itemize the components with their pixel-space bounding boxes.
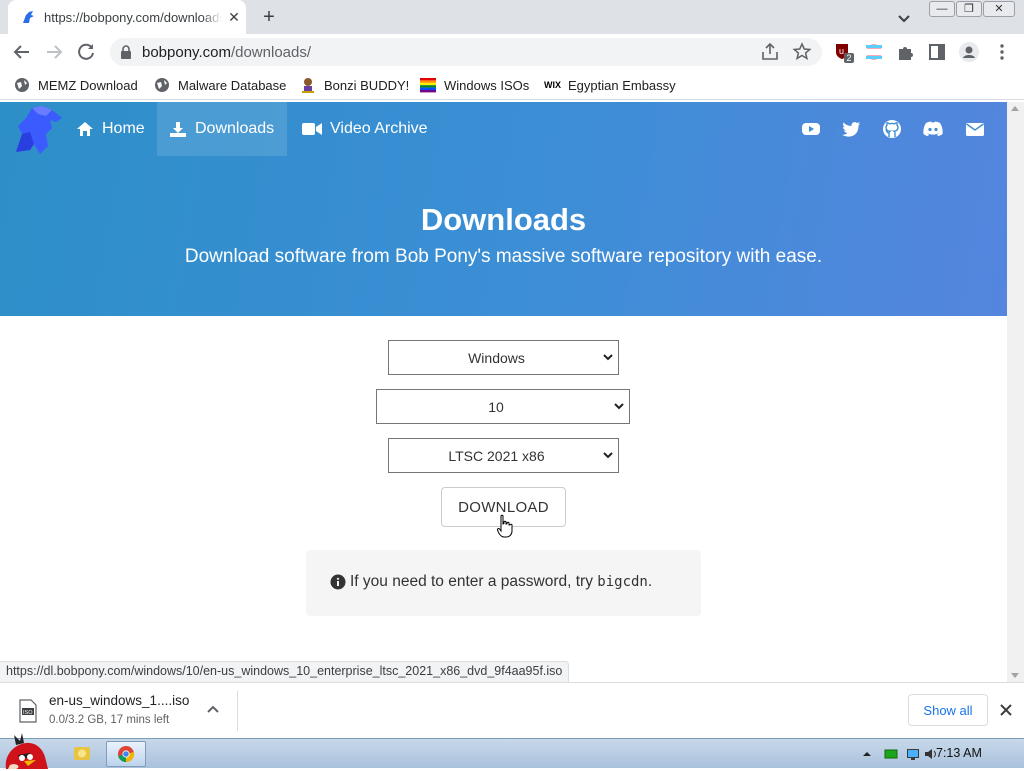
site-navbar: Home Downloads Video Archive xyxy=(0,102,1007,156)
password-notice: If you need to enter a password, try big… xyxy=(306,550,701,616)
version-select-wrapper: 10 xyxy=(376,389,630,424)
bookmark-bonzi-buddy[interactable]: Bonzi BUDDY! xyxy=(300,75,409,95)
show-all-downloads-button[interactable]: Show all xyxy=(908,694,988,726)
chrome-icon xyxy=(118,746,135,763)
explorer-taskbar-icon[interactable] xyxy=(62,741,102,767)
globe-icon xyxy=(15,78,29,92)
window-restore-button[interactable]: ❐ xyxy=(956,1,982,17)
windows-taskbar: 7:13 AM xyxy=(0,733,1024,769)
home-icon xyxy=(77,122,93,136)
scroll-down-arrow-icon[interactable] xyxy=(1011,673,1019,678)
bookmarks-bar: MEMZ Download Malware Database Bonzi BUD… xyxy=(0,70,1024,100)
svg-text:u: u xyxy=(839,46,844,56)
svg-text:ISO: ISO xyxy=(23,710,33,716)
chevron-up-icon[interactable] xyxy=(206,703,220,717)
chrome-taskbar-button[interactable] xyxy=(106,741,146,767)
close-icon[interactable] xyxy=(998,702,1014,718)
os-select[interactable]: Windows xyxy=(388,340,619,375)
download-icon xyxy=(170,122,186,137)
profile-avatar-icon[interactable] xyxy=(957,40,981,64)
tray-overflow-arrow-icon[interactable] xyxy=(860,747,874,761)
page-scrollbar[interactable] xyxy=(1007,102,1024,682)
pride-extension-icon[interactable] xyxy=(862,40,886,64)
window-minimize-button[interactable]: — xyxy=(929,1,955,17)
start-button-angry-bird-icon[interactable] xyxy=(2,731,50,769)
ublock-extension-icon[interactable]: u 2 xyxy=(832,40,856,64)
scroll-up-arrow-icon[interactable] xyxy=(1011,106,1019,111)
url-text[interactable]: bobpony.com/downloads/ xyxy=(142,44,311,61)
svg-text:2: 2 xyxy=(847,53,852,63)
twitter-icon[interactable] xyxy=(841,119,861,139)
edition-select[interactable]: LTSC 2021 x86 xyxy=(388,438,619,473)
bookmark-egyptian-embassy[interactable]: WIX Egyptian Embassy xyxy=(544,75,676,95)
version-select[interactable]: 10 xyxy=(376,389,630,424)
bookmark-star-icon[interactable] xyxy=(790,40,814,64)
browser-tab[interactable]: https://bobpony.com/downloads/ ✕ xyxy=(8,0,246,34)
shelf-divider xyxy=(237,691,238,731)
edition-select-wrapper: LTSC 2021 x86 xyxy=(388,438,619,473)
tab-strip: https://bobpony.com/downloads/ ✕ + — ❐ ✕ xyxy=(0,0,1024,34)
share-icon[interactable] xyxy=(758,40,782,64)
network-icon[interactable] xyxy=(906,747,920,761)
password-code: bigcdn xyxy=(597,574,648,590)
rainbow-flag-icon xyxy=(420,78,436,93)
new-tab-button[interactable]: + xyxy=(258,6,280,28)
download-file-name[interactable]: en-us_windows_1....iso xyxy=(49,693,189,708)
nav-downloads[interactable]: Downloads xyxy=(157,102,287,156)
battery-icon[interactable] xyxy=(884,747,898,761)
hero-banner: Home Downloads Video Archive Downloads D… xyxy=(0,102,1007,316)
download-shelf: ISO en-us_windows_1....iso 0.0/3.2 GB, 1… xyxy=(0,682,1024,738)
youtube-icon[interactable] xyxy=(801,119,821,139)
extensions-puzzle-icon[interactable] xyxy=(894,40,918,64)
globe-icon xyxy=(155,78,169,92)
bobpony-favicon-icon xyxy=(23,11,34,23)
notice-text: If you need to enter a password, try big… xyxy=(350,573,653,590)
iso-file-icon[interactable]: ISO xyxy=(18,699,38,723)
bobpony-logo[interactable] xyxy=(12,104,64,156)
bonzi-icon xyxy=(302,78,314,93)
bookmark-malware-database[interactable]: Malware Database xyxy=(154,75,286,95)
page-title: Downloads xyxy=(420,202,587,237)
address-bar[interactable]: bobpony.com/downloads/ xyxy=(110,38,822,66)
page-content: Home Downloads Video Archive Downloads D… xyxy=(0,102,1007,682)
taskbar-clock[interactable]: 7:13 AM xyxy=(936,746,982,760)
bookmark-windows-isos[interactable]: Windows ISOs xyxy=(420,75,529,95)
bookmark-memz[interactable]: MEMZ Download xyxy=(14,75,138,95)
info-circle-icon xyxy=(330,574,346,590)
nav-home[interactable]: Home xyxy=(64,102,157,156)
tab-close-icon[interactable]: ✕ xyxy=(226,9,242,25)
page-subtitle: Download software from Bob Pony's massiv… xyxy=(184,246,823,267)
mail-icon[interactable] xyxy=(965,119,985,139)
forward-arrow-icon[interactable] xyxy=(42,40,66,64)
nav-video-archive[interactable]: Video Archive xyxy=(290,102,440,156)
video-icon xyxy=(302,123,322,135)
browser-menu-icon[interactable] xyxy=(990,40,1014,64)
reload-icon[interactable] xyxy=(74,40,98,64)
window-close-button[interactable]: ✕ xyxy=(983,1,1015,17)
os-select-wrapper: Windows xyxy=(388,340,619,375)
hand-cursor-icon xyxy=(496,514,513,538)
discord-icon[interactable] xyxy=(922,119,944,139)
download-progress-text: 0.0/3.2 GB, 17 mins left xyxy=(49,714,170,726)
back-arrow-icon[interactable] xyxy=(10,40,34,64)
tab-title: https://bobpony.com/downloads/ xyxy=(44,10,222,25)
browser-toolbar: bobpony.com/downloads/ u 2 xyxy=(0,34,1024,70)
tab-search-chevron-icon[interactable] xyxy=(894,8,914,28)
side-panel-icon[interactable] xyxy=(925,40,949,64)
status-bubble-url: https://dl.bobpony.com/windows/10/en-us_… xyxy=(0,661,570,682)
github-icon[interactable] xyxy=(882,119,902,139)
lock-icon[interactable] xyxy=(120,45,132,59)
wix-icon: WIX xyxy=(544,80,561,90)
